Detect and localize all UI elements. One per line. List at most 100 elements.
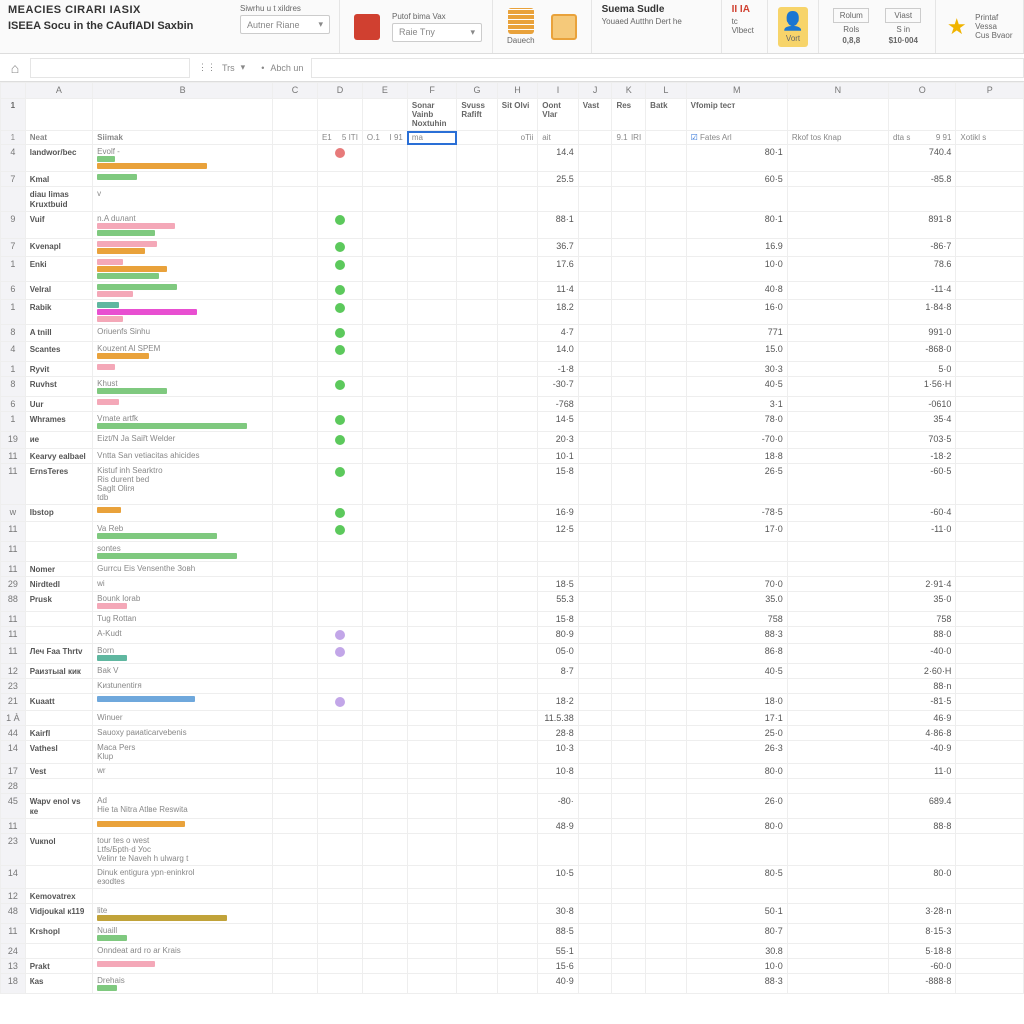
cell[interactable] (612, 764, 646, 779)
cell-value-m[interactable] (686, 562, 787, 577)
cell[interactable] (273, 397, 318, 412)
cell[interactable] (578, 257, 612, 282)
cell-status-dot[interactable] (317, 362, 362, 377)
cell-value-i[interactable]: 88·5 (538, 924, 578, 944)
cell[interactable] (273, 131, 318, 145)
cell-bars[interactable]: Kistuf inh SearktroRis durent bedSaglt O… (93, 464, 273, 505)
cell[interactable] (407, 172, 456, 187)
column-header[interactable] (1, 83, 26, 99)
cell[interactable] (787, 99, 888, 131)
cell-value-i[interactable]: 55.3 (538, 592, 578, 612)
row-header[interactable]: 48 (1, 904, 26, 924)
cell[interactable] (273, 239, 318, 257)
cell-label[interactable]: Ruvhst (25, 377, 92, 397)
cell[interactable] (787, 612, 888, 627)
cell[interactable] (787, 834, 888, 866)
cell[interactable] (787, 172, 888, 187)
cell-value-i[interactable]: -1·8 (538, 362, 578, 377)
cell[interactable] (457, 834, 497, 866)
cell-value-o[interactable] (888, 562, 955, 577)
cell-status-dot[interactable] (317, 449, 362, 464)
cell[interactable] (362, 944, 407, 959)
cell[interactable] (646, 904, 686, 924)
cell[interactable] (497, 464, 537, 505)
cell-value-m[interactable]: 80·7 (686, 924, 787, 944)
cell-status-dot[interactable] (317, 412, 362, 432)
cell[interactable] (407, 464, 456, 505)
cell-value-o[interactable] (888, 779, 955, 794)
cell[interactable] (646, 612, 686, 627)
cell[interactable] (497, 959, 537, 974)
row-header[interactable]: 11 (1, 449, 26, 464)
cell[interactable] (497, 944, 537, 959)
row-header[interactable]: 6 (1, 397, 26, 412)
cell[interactable] (578, 612, 612, 627)
cell-bars[interactable]: Born (93, 644, 273, 664)
cell-bars[interactable]: A-Kudt (93, 627, 273, 644)
row-header[interactable]: 4 (1, 342, 26, 362)
row-header[interactable]: 12 (1, 889, 26, 904)
cell[interactable] (273, 959, 318, 974)
cell[interactable] (578, 464, 612, 505)
cell-value-m[interactable]: 50·1 (686, 904, 787, 924)
column-header[interactable]: L (646, 83, 686, 99)
cell-label[interactable]: Леч Faa Thrtv (25, 644, 92, 664)
filter-d[interactable]: E15 ITI (317, 131, 362, 145)
cell[interactable] (273, 212, 318, 239)
cell[interactable] (457, 904, 497, 924)
cell-status-dot[interactable] (317, 959, 362, 974)
cell[interactable] (407, 794, 456, 819)
cell-status-dot[interactable] (317, 866, 362, 889)
cell-label[interactable]: Kearvy ealbael (25, 449, 92, 464)
cell-status-dot[interactable] (317, 741, 362, 764)
cell[interactable] (407, 612, 456, 627)
cell[interactable] (578, 644, 612, 664)
cell[interactable] (956, 974, 1024, 994)
cell[interactable] (362, 412, 407, 432)
cell[interactable] (407, 257, 456, 282)
cell[interactable] (273, 627, 318, 644)
cell[interactable] (578, 505, 612, 522)
cell[interactable] (273, 924, 318, 944)
filter-p[interactable]: Xotikl s (956, 131, 1024, 145)
row-header[interactable]: 1 (1, 300, 26, 325)
cell[interactable] (578, 974, 612, 994)
cell[interactable] (273, 542, 318, 562)
cell-value-m[interactable]: 25·0 (686, 726, 787, 741)
cell[interactable] (787, 764, 888, 779)
cell[interactable] (787, 505, 888, 522)
cell-status-dot[interactable] (317, 612, 362, 627)
cell-status-dot[interactable] (317, 342, 362, 362)
cell[interactable] (362, 187, 407, 212)
cell-value-i[interactable]: 16·9 (538, 505, 578, 522)
row-header[interactable]: 14 (1, 866, 26, 889)
cell[interactable] (497, 362, 537, 377)
row-header[interactable]: 18 (1, 974, 26, 994)
cell[interactable] (362, 741, 407, 764)
cell[interactable] (787, 464, 888, 505)
cell[interactable] (578, 432, 612, 449)
cell-value-o[interactable]: -40·9 (888, 741, 955, 764)
cell[interactable] (787, 212, 888, 239)
cell[interactable] (578, 542, 612, 562)
cell[interactable] (578, 679, 612, 694)
cell[interactable] (497, 342, 537, 362)
cell[interactable] (956, 187, 1024, 212)
cell-status-dot[interactable] (317, 505, 362, 522)
cell[interactable] (457, 664, 497, 679)
cell-value-o[interactable]: 2·60·H (888, 664, 955, 679)
cell[interactable] (578, 924, 612, 944)
cell-value-o[interactable]: -11·4 (888, 282, 955, 300)
cell[interactable] (362, 694, 407, 711)
cell[interactable] (956, 612, 1024, 627)
cell[interactable] (787, 145, 888, 172)
cell[interactable] (956, 505, 1024, 522)
cell-bars[interactable] (93, 779, 273, 794)
cell[interactable] (578, 834, 612, 866)
cell-value-m[interactable]: 17·1 (686, 711, 787, 726)
cell[interactable] (457, 300, 497, 325)
row-header[interactable]: 44 (1, 726, 26, 741)
cell[interactable] (956, 679, 1024, 694)
cell-value-i[interactable]: 17.6 (538, 257, 578, 282)
cell-value-o[interactable]: -40·0 (888, 644, 955, 664)
